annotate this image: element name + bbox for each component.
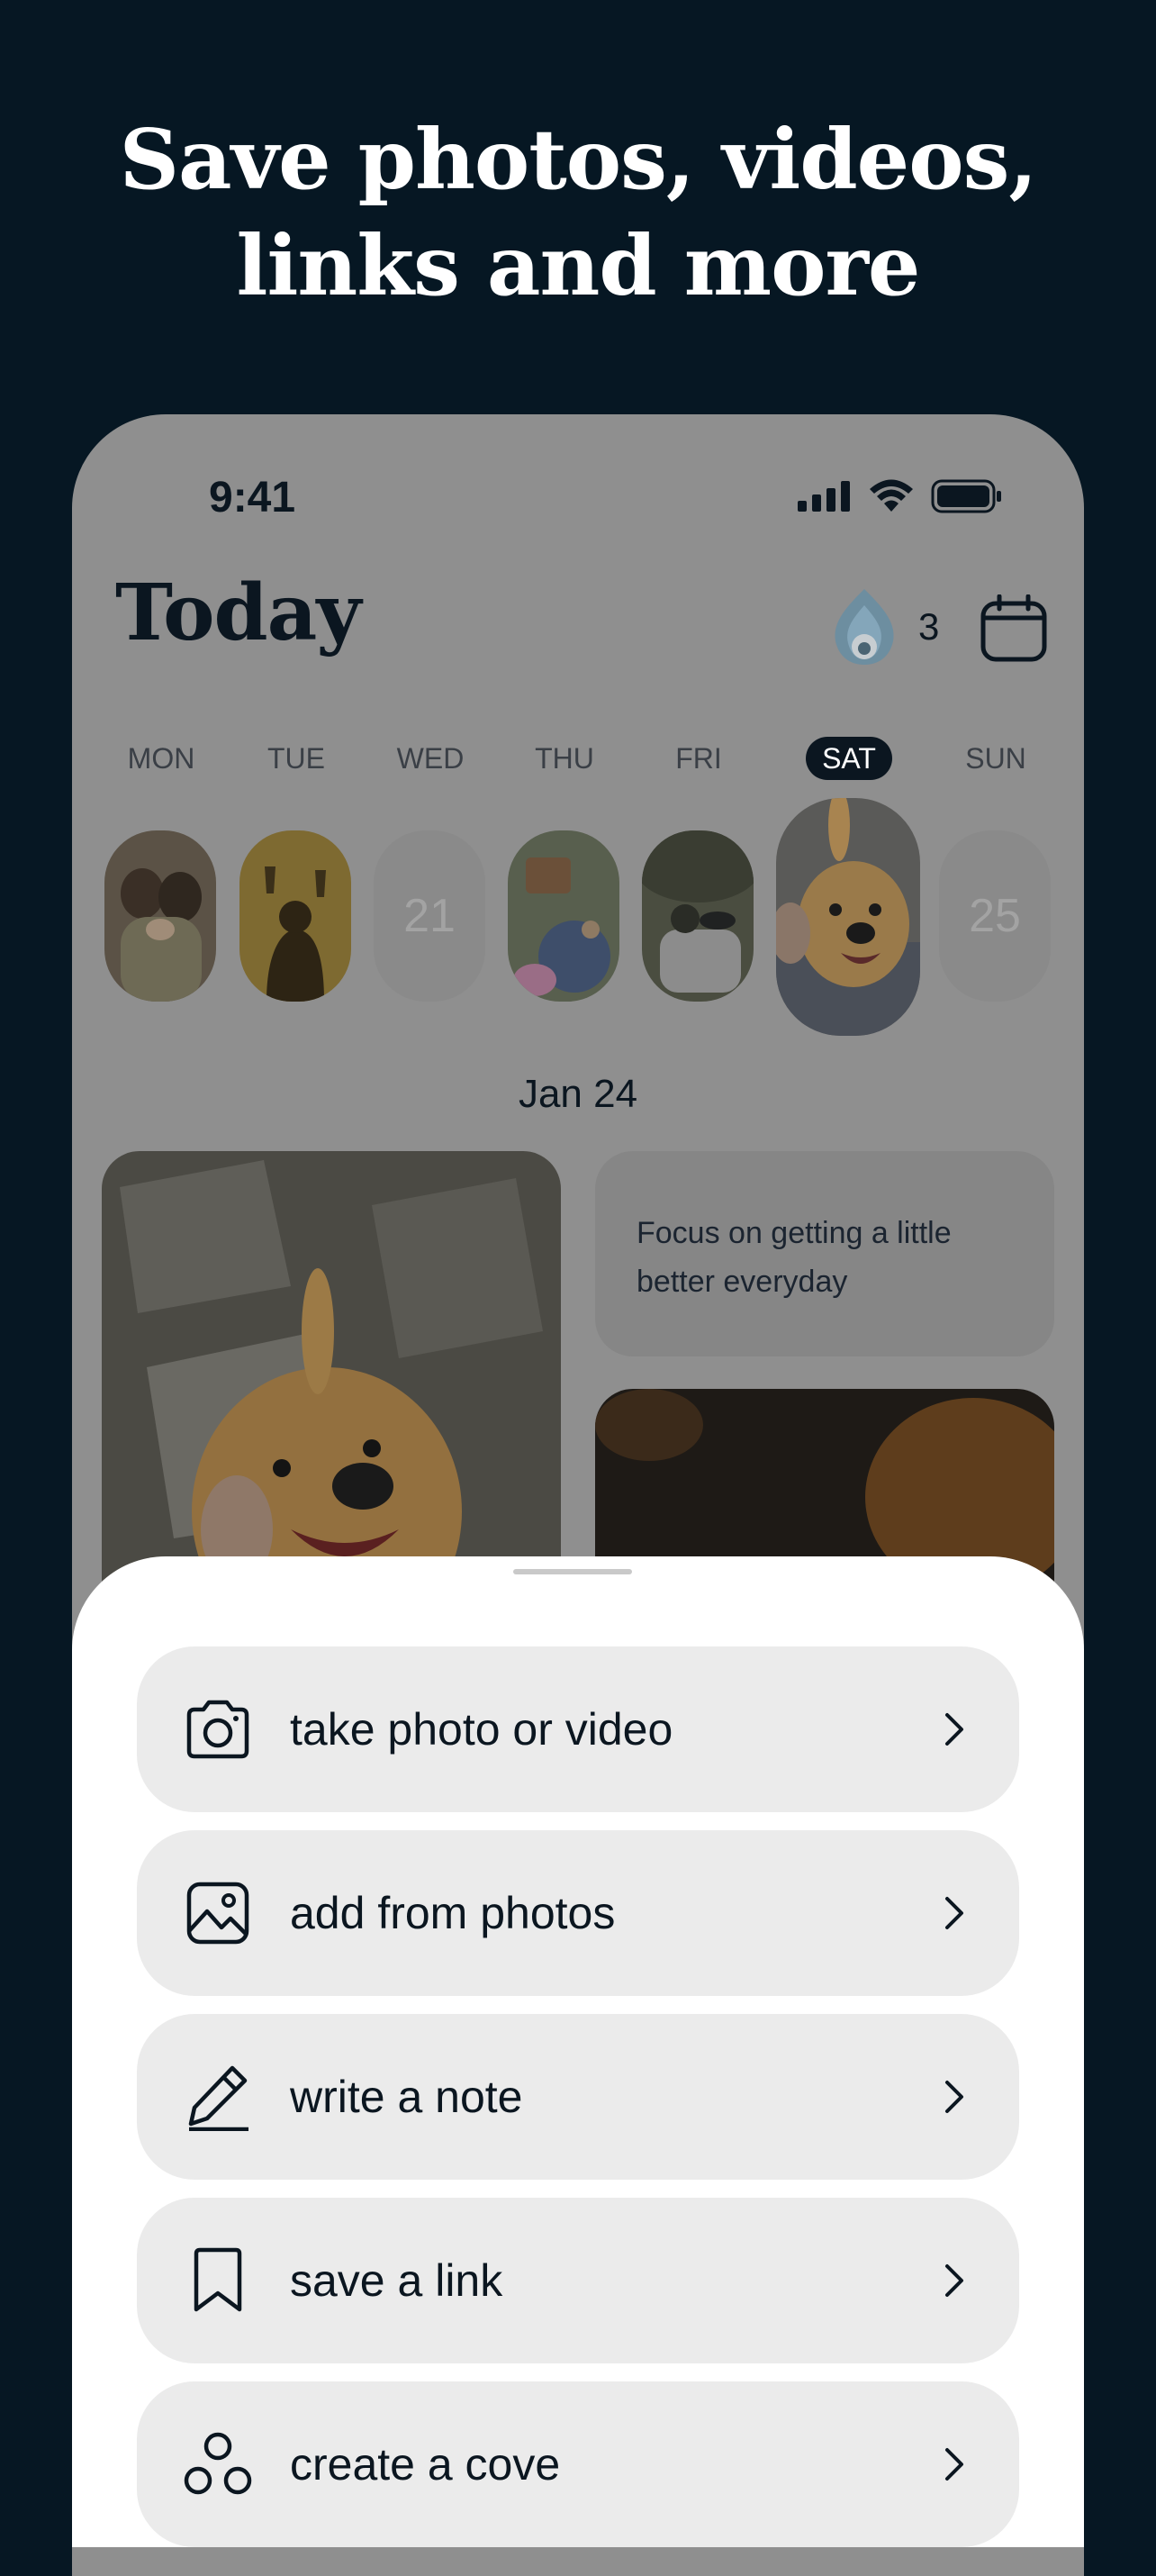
- pencil-icon: [182, 2061, 254, 2133]
- day-label-sat: SAT: [822, 742, 876, 775]
- headline: Save photos, videos, links and more: [0, 106, 1156, 319]
- option-label: save a link: [290, 2255, 503, 2306]
- option-create-cove[interactable]: create a cove: [137, 2381, 1019, 2547]
- day-label-mon: MON: [127, 742, 195, 775]
- option-label: take photo or video: [290, 1704, 673, 1755]
- day-thumb-sun[interactable]: 25: [939, 830, 1051, 1002]
- note-text: Focus on getting a little better everyda…: [637, 1216, 952, 1299]
- day-label-sun: SUN: [965, 742, 1026, 775]
- option-label: write a note: [290, 2072, 523, 2122]
- day-thumb-tue[interactable]: [239, 830, 351, 1002]
- day-photo-sat: [776, 798, 920, 1036]
- streak-counter[interactable]: 3: [828, 585, 939, 668]
- calendar-button[interactable]: [980, 594, 1048, 667]
- day-thumb-fri[interactable]: [642, 830, 754, 1002]
- feed-date: Jan 24: [518, 1072, 638, 1116]
- page-title: Today: [115, 567, 361, 658]
- option-label: add from photos: [290, 1888, 616, 1938]
- day-thumb-thu[interactable]: [508, 830, 619, 1002]
- day-label-fri: FRI: [675, 742, 722, 775]
- image-icon: [182, 1877, 254, 1949]
- option-write-note[interactable]: write a note: [137, 2014, 1019, 2180]
- headline-line-1: Save photos, videos,: [119, 111, 1038, 208]
- chevron-right-icon: [936, 2442, 972, 2487]
- signal-icon: [798, 481, 850, 512]
- day-label-tue: TUE: [267, 742, 325, 775]
- battery-icon: [931, 479, 1001, 513]
- day-photo-mon: [104, 830, 216, 1002]
- option-add-from-photos[interactable]: add from photos: [137, 1830, 1019, 1996]
- option-save-link[interactable]: save a link: [137, 2198, 1019, 2363]
- chevron-right-icon: [936, 1891, 972, 1936]
- chevron-right-icon: [936, 2074, 972, 2119]
- day-photo-fri: [642, 830, 754, 1002]
- status-icons: [798, 479, 1003, 513]
- week-strip: MON TUE WED THU FRI SAT SUN 21 25: [72, 737, 1084, 1079]
- day-photo-tue: [239, 830, 351, 1002]
- day-label-wed: WED: [396, 742, 465, 775]
- chevron-right-icon: [936, 2258, 972, 2303]
- chevron-right-icon: [936, 1707, 972, 1752]
- day-photo-thu: [508, 830, 619, 1002]
- flame-icon: [835, 589, 894, 665]
- option-label: create a cove: [290, 2439, 561, 2490]
- headline-line-2: links and more: [236, 217, 921, 314]
- cove-icon: [182, 2428, 254, 2500]
- day-thumb-sat[interactable]: [776, 798, 920, 1036]
- option-take-photo[interactable]: take photo or video: [137, 1646, 1019, 1812]
- sheet-grabber[interactable]: [513, 1569, 632, 1574]
- camera-icon: [182, 1693, 254, 1765]
- bookmark-icon: [182, 2245, 254, 2317]
- calendar-icon: [980, 594, 1047, 662]
- day-thumb-mon[interactable]: [104, 830, 216, 1002]
- wifi-icon: [870, 479, 913, 512]
- status-time: 9:41: [209, 474, 296, 522]
- feed-note-card[interactable]: Focus on getting a little better everyda…: [595, 1151, 1054, 1356]
- day-thumb-wed[interactable]: 21: [374, 830, 485, 1002]
- day-label-thu: THU: [535, 742, 594, 775]
- streak-count: 3: [918, 605, 940, 648]
- add-sheet: take photo or video add from photos writ…: [72, 1556, 1084, 2547]
